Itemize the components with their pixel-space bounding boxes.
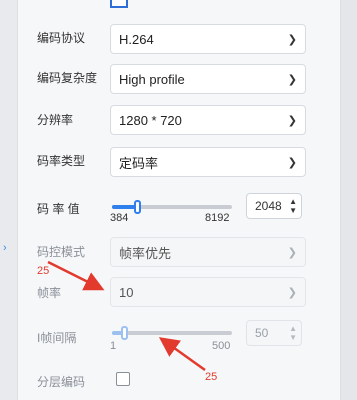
annotation-arrow-bottom <box>158 337 206 372</box>
annotation-arrow-top <box>47 260 105 291</box>
annotation-arrows <box>47 260 206 372</box>
